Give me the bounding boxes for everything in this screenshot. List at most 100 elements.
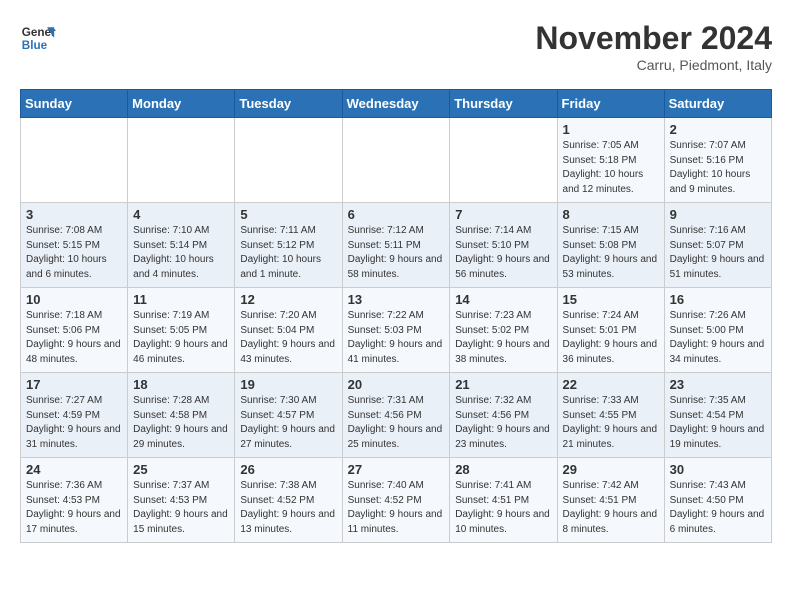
day-info: Sunrise: 7:30 AM Sunset: 4:57 PM Dayligh… — [240, 394, 336, 452]
day-info: Sunrise: 7:41 AM Sunset: 4:51 PM Dayligh… — [455, 479, 551, 537]
day-number: 29 — [563, 462, 659, 477]
calendar-cell: 29 Sunrise: 7:42 AM Sunset: 4:51 PM Dayli… — [557, 458, 664, 543]
day-number: 4 — [133, 207, 229, 222]
day-info: Sunrise: 7:27 AM Sunset: 4:59 PM Dayligh… — [26, 394, 122, 452]
day-info: Sunrise: 7:23 AM Sunset: 5:02 PM Dayligh… — [455, 309, 551, 367]
calendar-cell: 20 Sunrise: 7:31 AM Sunset: 4:56 PM Dayli… — [342, 373, 450, 458]
calendar-cell: 1Sunrise: 7:05 AM Sunset: 5:18 PM Daylig… — [557, 118, 664, 203]
calendar-cell: 6Sunrise: 7:12 AM Sunset: 5:11 PM Daylig… — [342, 203, 450, 288]
calendar-cell — [450, 118, 557, 203]
day-number: 5 — [240, 207, 336, 222]
day-number: 14 — [455, 292, 551, 307]
day-info: Sunrise: 7:32 AM Sunset: 4:56 PM Dayligh… — [455, 394, 551, 452]
calendar-table: SundayMondayTuesdayWednesdayThursdayFrid… — [20, 89, 772, 543]
calendar-week-row: 1Sunrise: 7:05 AM Sunset: 5:18 PM Daylig… — [21, 118, 772, 203]
calendar-cell — [21, 118, 128, 203]
weekday-header: Wednesday — [342, 90, 450, 118]
day-info: Sunrise: 7:33 AM Sunset: 4:55 PM Dayligh… — [563, 394, 659, 452]
day-info: Sunrise: 7:26 AM Sunset: 5:00 PM Dayligh… — [670, 309, 766, 367]
weekday-header: Saturday — [664, 90, 771, 118]
weekday-header: Tuesday — [235, 90, 342, 118]
calendar-cell: 8Sunrise: 7:15 AM Sunset: 5:08 PM Daylig… — [557, 203, 664, 288]
day-info: Sunrise: 7:05 AM Sunset: 5:18 PM Dayligh… — [563, 139, 659, 197]
calendar-cell: 2 Sunrise: 7:07 AM Sunset: 5:16 PM Daylig… — [664, 118, 771, 203]
month-title: November 2024 — [535, 20, 772, 57]
day-number: 17 — [26, 377, 122, 392]
day-info: Sunrise: 7:37 AM Sunset: 4:53 PM Dayligh… — [133, 479, 229, 537]
calendar-cell: 7 Sunrise: 7:14 AM Sunset: 5:10 PM Daylig… — [450, 203, 557, 288]
day-info: Sunrise: 7:36 AM Sunset: 4:53 PM Dayligh… — [26, 479, 122, 537]
day-info: Sunrise: 7:42 AM Sunset: 4:51 PM Dayligh… — [563, 479, 659, 537]
day-number: 23 — [670, 377, 766, 392]
title-area: November 2024 Carru, Piedmont, Italy — [535, 20, 772, 73]
logo-icon: General Blue — [20, 20, 56, 56]
day-number: 21 — [455, 377, 551, 392]
header: General Blue November 2024 Carru, Piedmo… — [20, 20, 772, 73]
calendar-cell: 4 Sunrise: 7:10 AM Sunset: 5:14 PM Daylig… — [128, 203, 235, 288]
calendar-cell: 30Sunrise: 7:43 AM Sunset: 4:50 PM Dayli… — [664, 458, 771, 543]
calendar-week-row: 17 Sunrise: 7:27 AM Sunset: 4:59 PM Dayli… — [21, 373, 772, 458]
day-number: 30 — [670, 462, 766, 477]
calendar-cell: 13 Sunrise: 7:22 AM Sunset: 5:03 PM Dayli… — [342, 288, 450, 373]
day-number: 11 — [133, 292, 229, 307]
calendar-week-row: 10Sunrise: 7:18 AM Sunset: 5:06 PM Dayli… — [21, 288, 772, 373]
calendar-cell: 28 Sunrise: 7:41 AM Sunset: 4:51 PM Dayli… — [450, 458, 557, 543]
calendar-week-row: 3 Sunrise: 7:08 AM Sunset: 5:15 PM Daylig… — [21, 203, 772, 288]
calendar-cell: 21 Sunrise: 7:32 AM Sunset: 4:56 PM Dayli… — [450, 373, 557, 458]
svg-text:Blue: Blue — [22, 39, 48, 52]
calendar-cell: 24 Sunrise: 7:36 AM Sunset: 4:53 PM Dayli… — [21, 458, 128, 543]
calendar-week-row: 24 Sunrise: 7:36 AM Sunset: 4:53 PM Dayli… — [21, 458, 772, 543]
day-info: Sunrise: 7:20 AM Sunset: 5:04 PM Dayligh… — [240, 309, 336, 367]
day-number: 10 — [26, 292, 122, 307]
weekday-header: Sunday — [21, 90, 128, 118]
day-number: 3 — [26, 207, 122, 222]
day-number: 28 — [455, 462, 551, 477]
day-info: Sunrise: 7:35 AM Sunset: 4:54 PM Dayligh… — [670, 394, 766, 452]
day-number: 24 — [26, 462, 122, 477]
calendar-cell — [128, 118, 235, 203]
calendar-cell: 26Sunrise: 7:38 AM Sunset: 4:52 PM Dayli… — [235, 458, 342, 543]
day-number: 7 — [455, 207, 551, 222]
day-number: 2 — [670, 122, 766, 137]
calendar-cell — [235, 118, 342, 203]
day-info: Sunrise: 7:31 AM Sunset: 4:56 PM Dayligh… — [348, 394, 445, 452]
day-number: 25 — [133, 462, 229, 477]
day-info: Sunrise: 7:28 AM Sunset: 4:58 PM Dayligh… — [133, 394, 229, 452]
calendar-cell: 9 Sunrise: 7:16 AM Sunset: 5:07 PM Daylig… — [664, 203, 771, 288]
day-info: Sunrise: 7:40 AM Sunset: 4:52 PM Dayligh… — [348, 479, 445, 537]
day-info: Sunrise: 7:08 AM Sunset: 5:15 PM Dayligh… — [26, 224, 122, 282]
calendar-cell: 17 Sunrise: 7:27 AM Sunset: 4:59 PM Dayli… — [21, 373, 128, 458]
day-info: Sunrise: 7:07 AM Sunset: 5:16 PM Dayligh… — [670, 139, 766, 197]
calendar-cell: 11 Sunrise: 7:19 AM Sunset: 5:05 PM Dayli… — [128, 288, 235, 373]
day-number: 22 — [563, 377, 659, 392]
day-info: Sunrise: 7:11 AM Sunset: 5:12 PM Dayligh… — [240, 224, 336, 282]
calendar-cell: 5 Sunrise: 7:11 AM Sunset: 5:12 PM Daylig… — [235, 203, 342, 288]
day-number: 13 — [348, 292, 445, 307]
calendar-cell: 16 Sunrise: 7:26 AM Sunset: 5:00 PM Dayli… — [664, 288, 771, 373]
day-number: 8 — [563, 207, 659, 222]
calendar-cell: 14 Sunrise: 7:23 AM Sunset: 5:02 PM Dayli… — [450, 288, 557, 373]
calendar-cell: 12 Sunrise: 7:20 AM Sunset: 5:04 PM Dayli… — [235, 288, 342, 373]
day-number: 27 — [348, 462, 445, 477]
weekday-header-row: SundayMondayTuesdayWednesdayThursdayFrid… — [21, 90, 772, 118]
weekday-header: Monday — [128, 90, 235, 118]
day-number: 16 — [670, 292, 766, 307]
calendar-cell: 23 Sunrise: 7:35 AM Sunset: 4:54 PM Dayli… — [664, 373, 771, 458]
day-info: Sunrise: 7:10 AM Sunset: 5:14 PM Dayligh… — [133, 224, 229, 282]
calendar-cell — [342, 118, 450, 203]
day-number: 12 — [240, 292, 336, 307]
day-number: 9 — [670, 207, 766, 222]
calendar-cell: 27 Sunrise: 7:40 AM Sunset: 4:52 PM Dayli… — [342, 458, 450, 543]
calendar-cell: 15Sunrise: 7:24 AM Sunset: 5:01 PM Dayli… — [557, 288, 664, 373]
day-info: Sunrise: 7:14 AM Sunset: 5:10 PM Dayligh… — [455, 224, 551, 282]
day-info: Sunrise: 7:19 AM Sunset: 5:05 PM Dayligh… — [133, 309, 229, 367]
day-info: Sunrise: 7:22 AM Sunset: 5:03 PM Dayligh… — [348, 309, 445, 367]
calendar-cell: 22 Sunrise: 7:33 AM Sunset: 4:55 PM Dayli… — [557, 373, 664, 458]
day-info: Sunrise: 7:38 AM Sunset: 4:52 PM Dayligh… — [240, 479, 336, 537]
weekday-header: Friday — [557, 90, 664, 118]
day-number: 20 — [348, 377, 445, 392]
day-info: Sunrise: 7:16 AM Sunset: 5:07 PM Dayligh… — [670, 224, 766, 282]
calendar-cell: 3 Sunrise: 7:08 AM Sunset: 5:15 PM Daylig… — [21, 203, 128, 288]
day-number: 6 — [348, 207, 445, 222]
location: Carru, Piedmont, Italy — [535, 57, 772, 73]
